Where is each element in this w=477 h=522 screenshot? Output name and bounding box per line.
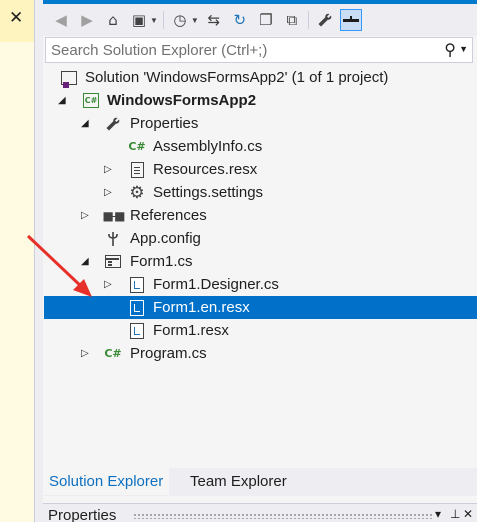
collapse-all-icon[interactable]: ❐ bbox=[255, 9, 277, 31]
refresh-icon[interactable]: ↻ bbox=[229, 9, 251, 31]
forward-icon[interactable]: ▶ bbox=[76, 9, 98, 31]
tree-item-label: Settings.settings bbox=[153, 184, 264, 201]
expand-arrow-icon[interactable]: ▷ bbox=[104, 164, 116, 176]
toolbar-divider bbox=[307, 11, 309, 29]
tree-item-settings[interactable]: ▷ ⚙ Settings.settings bbox=[44, 181, 477, 204]
chevron-down-icon[interactable]: ▼ bbox=[459, 44, 468, 54]
chevron-down-icon[interactable]: ▼ bbox=[150, 16, 158, 25]
designer-file-icon bbox=[128, 276, 146, 294]
tree-item-label: Form1.resx bbox=[153, 322, 229, 339]
pending-changes-filter-icon[interactable]: ◷ bbox=[169, 9, 191, 31]
left-document-area bbox=[0, 42, 35, 522]
pin-icon[interactable]: ⊥ bbox=[450, 507, 460, 521]
expand-arrow-icon[interactable]: ▷ bbox=[104, 279, 116, 291]
panel-tabs: Solution Explorer Team Explorer bbox=[43, 468, 477, 496]
properties-panel-header: Properties ▾ ⊥ ✕ bbox=[43, 503, 477, 522]
tree-item-form1-designer[interactable]: ▷ Form1.Designer.cs bbox=[44, 273, 477, 296]
tree-item-label: App.config bbox=[130, 230, 201, 247]
collapse-arrow-icon[interactable]: ◢ bbox=[81, 256, 93, 268]
resx-file-icon bbox=[128, 299, 146, 317]
resource-file-icon bbox=[128, 161, 146, 179]
expand-arrow-icon[interactable]: ▷ bbox=[104, 187, 116, 199]
tree-item-label: Program.cs bbox=[130, 345, 207, 362]
search-box[interactable]: ⚲ ▼ bbox=[45, 37, 473, 63]
collapse-arrow-icon[interactable]: ◢ bbox=[81, 118, 93, 130]
sync-with-active-document-icon[interactable]: ⇆ bbox=[203, 9, 225, 31]
settings-gear-icon: ⚙ bbox=[129, 182, 145, 203]
switch-views-icon[interactable]: ▣ bbox=[128, 9, 150, 31]
tree-item-solution[interactable]: Solution 'WindowsFormsApp2' (1 of 1 proj… bbox=[44, 66, 477, 89]
tab-solution-explorer[interactable]: Solution Explorer bbox=[43, 468, 170, 495]
tree-item-form1[interactable]: ◢ Form1.cs bbox=[44, 250, 477, 273]
chevron-down-icon[interactable]: ▼ bbox=[191, 16, 199, 25]
tree-item-label: Form1.Designer.cs bbox=[153, 276, 279, 293]
solution-explorer-toolbar: ◀ ▶ ⌂ ▣ ▼ ◷ ▼ ⇆ ↻ ❐ ⧉ bbox=[43, 4, 477, 36]
tree-item-label: Form1.en.resx bbox=[153, 299, 250, 316]
tree-item-assemblyinfo[interactable]: C# AssemblyInfo.cs bbox=[44, 135, 477, 158]
tree-item-label: Resources.resx bbox=[153, 161, 258, 178]
properties-wrench-icon[interactable] bbox=[314, 9, 336, 31]
tree-item-label: Properties bbox=[130, 115, 199, 132]
tree-item-properties[interactable]: ◢ Properties bbox=[44, 112, 477, 135]
tree-item-project[interactable]: ◢ C# WindowsFormsApp2 bbox=[44, 89, 477, 112]
tree-item-references[interactable]: ▷ ■-■ References bbox=[44, 204, 477, 227]
close-icon[interactable]: ✕ bbox=[9, 8, 23, 28]
expand-arrow-icon[interactable]: ▷ bbox=[81, 348, 93, 360]
toolbar-divider bbox=[162, 11, 164, 29]
form-icon bbox=[104, 253, 122, 271]
drag-grip[interactable] bbox=[133, 513, 433, 519]
properties-panel-title: Properties bbox=[48, 507, 117, 522]
search-input[interactable] bbox=[51, 41, 436, 59]
tree-item-label: References bbox=[130, 207, 207, 224]
tree-item-label: WindowsFormsApp2 bbox=[107, 92, 257, 109]
csharp-file-icon: C# bbox=[104, 347, 122, 360]
home-icon[interactable]: ⌂ bbox=[102, 9, 124, 31]
expand-arrow-icon[interactable]: ▷ bbox=[81, 210, 93, 222]
solution-icon bbox=[60, 69, 78, 88]
wrench-icon bbox=[104, 115, 122, 133]
tree-item-form1-resx[interactable]: Form1.resx bbox=[44, 319, 477, 342]
csharp-file-icon: C# bbox=[128, 140, 146, 153]
close-icon[interactable]: ✕ bbox=[463, 507, 473, 521]
tree-item-label: AssemblyInfo.cs bbox=[153, 138, 263, 155]
tree-item-program[interactable]: ▷ C# Program.cs bbox=[44, 342, 477, 365]
tab-team-explorer[interactable]: Team Explorer bbox=[184, 468, 293, 495]
resx-file-icon bbox=[128, 322, 146, 340]
tree-item-resources[interactable]: ▷ Resources.resx bbox=[44, 158, 477, 181]
search-icon[interactable]: ⚲ bbox=[444, 40, 456, 59]
tree-item-label: Solution 'WindowsFormsApp2' (1 of 1 proj… bbox=[85, 69, 389, 86]
collapse-arrow-icon[interactable]: ◢ bbox=[58, 95, 70, 107]
left-document-tab: ✕ bbox=[0, 0, 35, 42]
back-icon[interactable]: ◀ bbox=[50, 9, 72, 31]
csharp-project-icon: C# bbox=[82, 92, 100, 110]
references-icon: ■-■ bbox=[102, 208, 126, 223]
tree-item-label: Form1.cs bbox=[130, 253, 193, 270]
show-all-files-icon[interactable]: ⧉ bbox=[281, 9, 303, 31]
preview-selected-items-icon[interactable] bbox=[339, 9, 362, 31]
tree-item-form1-en-resx[interactable]: Form1.en.resx bbox=[44, 296, 477, 319]
tree-item-app-config[interactable]: App.config bbox=[44, 227, 477, 250]
solution-tree: Solution 'WindowsFormsApp2' (1 of 1 proj… bbox=[44, 66, 477, 466]
config-file-icon bbox=[104, 230, 122, 248]
chevron-down-icon[interactable]: ▾ bbox=[435, 507, 441, 521]
